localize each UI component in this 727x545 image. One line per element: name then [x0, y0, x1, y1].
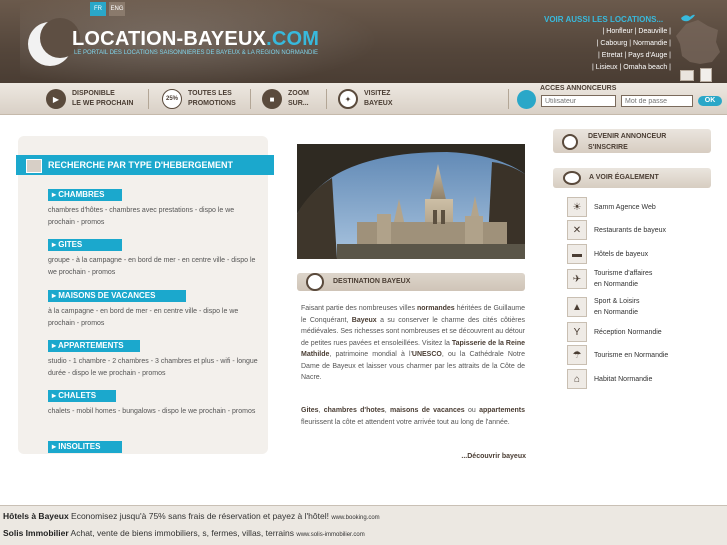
main-nav: ▶ DISPONIBLE LE WE PROCHAIN 25% TOUTES L…: [0, 83, 727, 115]
category-desc[interactable]: groupe - à la campagne - en bord de mer …: [48, 255, 260, 279]
page: FR ENG LOCATION-BAYEUX.COM LE PORTAIL DE…: [0, 0, 727, 545]
house-icon: ⌂: [567, 369, 587, 389]
nav-visitez-label: VISITEZ BAYEUX: [364, 90, 393, 107]
home-icon: [26, 159, 42, 173]
logo-main: LOCATION-BAYEUX: [72, 28, 267, 50]
site-logo[interactable]: LOCATION-BAYEUX.COM: [72, 28, 319, 51]
voir-item[interactable]: ✈ Tourisme d'affaires en Normandie: [567, 268, 652, 290]
cutlery-icon: ✕: [567, 220, 587, 240]
category-desc[interactable]: chambres d'hôtes - chambres avec prestat…: [48, 205, 260, 229]
nav-zoom-label: ZOOM SUR...: [288, 90, 309, 107]
bird-icon: [681, 14, 695, 22]
nav-zoom[interactable]: ■ ZOOM SUR...: [262, 83, 309, 115]
cocktail-icon: Y: [567, 322, 587, 342]
arrow-right-icon: ▶: [46, 89, 66, 109]
category-link[interactable]: ▸ CHAMBRES: [48, 189, 122, 201]
voir-item[interactable]: ☀ Samm Agence Web: [567, 197, 656, 217]
percent-badge-icon: 25%: [162, 89, 182, 109]
voir-item[interactable]: ▬ Hôtels de bayeux: [567, 244, 648, 264]
ad-booking[interactable]: Hôtels à Bayeux Economisez jusqu'à 75% s…: [3, 511, 380, 521]
lang-en-button[interactable]: ENG: [109, 2, 125, 16]
cathedral-photo: [297, 144, 525, 259]
destination-header: [297, 273, 525, 291]
lang-fr-button[interactable]: FR: [90, 2, 106, 16]
bed-icon: ▬: [567, 244, 587, 264]
acces-annonceurs-title: ACCES ANNONCEURS: [540, 85, 617, 92]
category-link[interactable]: ▸ INSOLITES: [48, 441, 122, 453]
camera-icon: ■: [262, 89, 282, 109]
category-insolites: ▸ INSOLITES: [48, 441, 268, 453]
ad-solis[interactable]: Solis Immobilier Achat, vente de biens i…: [3, 528, 365, 538]
nav-promotions-label: TOUTES LES PROMOTIONS: [188, 90, 236, 107]
sailboat-icon: ▲: [567, 297, 587, 317]
logo-dot: .COM: [266, 28, 320, 50]
destination-title: DESTINATION BAYEUX: [333, 278, 411, 285]
category-link[interactable]: ▸ CHALETS: [48, 390, 116, 402]
nav-visitez[interactable]: ✦ VISITEZ BAYEUX: [338, 83, 393, 115]
header: FR ENG LOCATION-BAYEUX.COM LE PORTAIL DE…: [0, 0, 727, 83]
aussi-links-row-1[interactable]: | Honfleur | Deauville |: [603, 28, 672, 35]
ads-bar: Hôtels à Bayeux Economisez jusqu'à 75% s…: [0, 505, 727, 545]
category-desc[interactable]: à la campagne - en bord de mer - en cent…: [48, 306, 260, 330]
decouvrir-bayeux-link[interactable]: ...Découvrir bayeux: [461, 453, 526, 460]
pen-icon: [562, 134, 578, 150]
sun-icon: ☀: [567, 197, 587, 217]
category-desc[interactable]: chalets - mobil homes - bungalows - disp…: [48, 406, 260, 418]
category-desc[interactable]: studio - 1 chambre - 2 chambres - 3 cham…: [48, 356, 260, 380]
compass-icon: [306, 273, 324, 291]
login-ok-button[interactable]: OK: [698, 96, 722, 106]
category-link[interactable]: ▸ MAISONS DE VACANCES: [48, 290, 186, 302]
search-title: RECHERCHE PAR TYPE D'HEBERGEMENT: [48, 160, 233, 170]
password-input[interactable]: [621, 95, 693, 107]
voir-item[interactable]: ✕ Restaurants de bayeux: [567, 220, 666, 240]
aussi-links-row-2[interactable]: | Cabourg | Normandie |: [597, 40, 671, 47]
aussi-links-row-4[interactable]: | Lisieux | Omaha beach |: [592, 64, 671, 71]
advertiser-access-icon: [517, 90, 536, 109]
nav-promotions[interactable]: 25% TOUTES LES PROMOTIONS: [162, 83, 236, 115]
voir-item[interactable]: Y Réception Normandie: [567, 322, 662, 342]
voir-aussi-title: VOIR AUSSI LES LOCATIONS...: [544, 15, 664, 24]
username-input[interactable]: [541, 95, 616, 107]
eye-icon: [563, 171, 581, 185]
search-header: RECHERCHE PAR TYPE D'HEBERGEMENT: [16, 155, 274, 175]
plane-icon: ✈: [567, 269, 587, 289]
nav-disponible-label: DISPONIBLE LE WE PROCHAIN: [72, 90, 134, 107]
voir-item[interactable]: ▲ Sport & Loisirs en Normandie: [567, 296, 640, 318]
voir-egalement-title: A VOIR ÉGALEMENT: [589, 174, 659, 181]
category-chalets: ▸ CHALETS chalets - mobil homes - bungal…: [48, 390, 268, 418]
tagline: LE PORTAIL DES LOCATIONS SAISONNIERES DE…: [74, 50, 319, 56]
category-maisons: ▸ MAISONS DE VACANCES à la campagne - en…: [48, 290, 268, 330]
category-link[interactable]: ▸ GITES: [48, 239, 122, 251]
nav-disponible[interactable]: ▶ DISPONIBLE LE WE PROCHAIN: [46, 83, 133, 115]
destination-paragraph-1: Faisant partie des nombreuses villes nor…: [301, 305, 525, 381]
compass-icon: ✦: [338, 89, 358, 109]
category-gites: ▸ GITES groupe - à la campagne - en bord…: [48, 239, 268, 279]
france-map-icon: [676, 20, 720, 64]
category-chambres: ▸ CHAMBRES chambres d'hôtes - chambres a…: [48, 189, 268, 229]
voir-item[interactable]: ⌂ Habitat Normandie: [567, 369, 652, 389]
mail-icon[interactable]: [680, 70, 694, 81]
devenir-annonceur-label[interactable]: DEVENIR ANNONCEUR S'INSCRIRE: [588, 131, 666, 153]
category-link[interactable]: ▸ APPARTEMENTS: [48, 340, 140, 352]
beach-icon: ☂: [567, 345, 587, 365]
document-icon[interactable]: [700, 68, 712, 82]
destination-paragraph-2: Gites, chambres d'hotes, maisons de vaca…: [301, 407, 525, 426]
aussi-links-row-3[interactable]: | Etretat | Pays d'Auge |: [598, 52, 671, 59]
category-appartements: ▸ APPARTEMENTS studio - 1 chambre - 2 ch…: [48, 340, 268, 380]
voir-item[interactable]: ☂ Tourisme en Normandie: [567, 345, 668, 365]
